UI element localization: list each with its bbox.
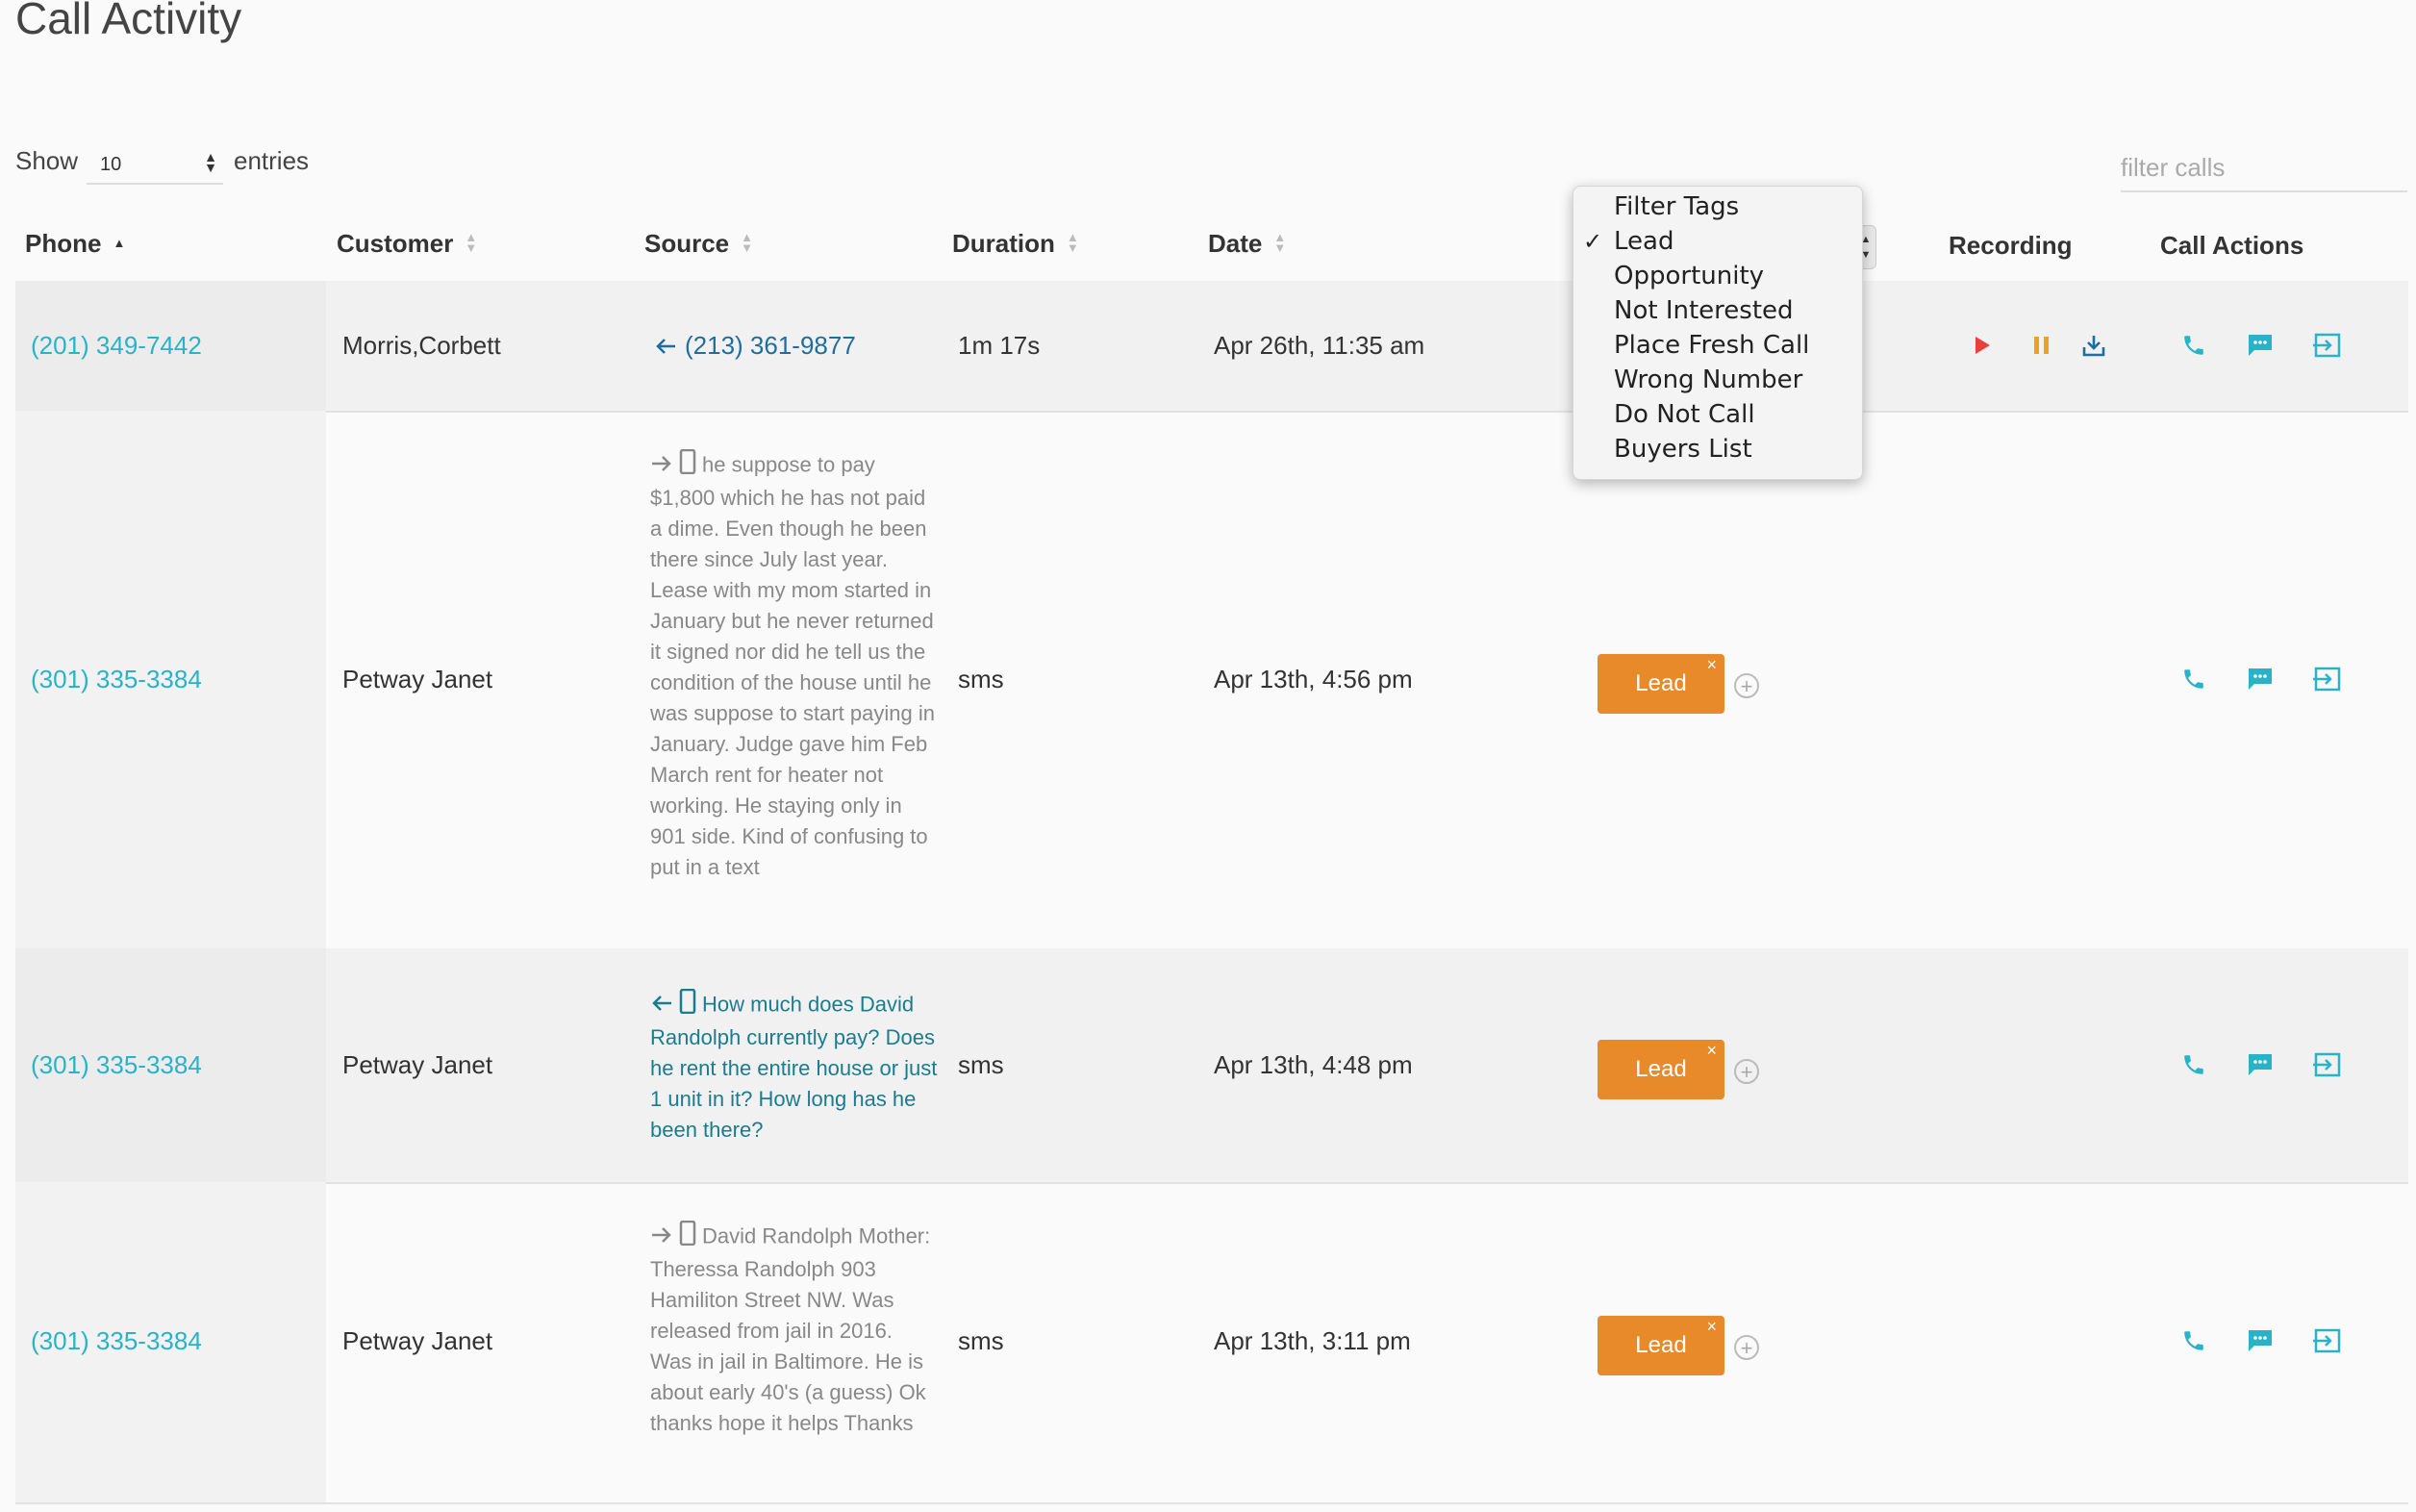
message-text: he suppose to pay $1,800 which he has no…: [650, 452, 935, 879]
table-row: (301) 335-3384 Petway Janet he suppose t…: [15, 411, 2408, 950]
message-text: David Randolph Mother: Theressa Randolph…: [650, 1223, 931, 1435]
column-header-duration[interactable]: Duration ▲ ▼: [952, 229, 1079, 259]
mobile-icon: [679, 1220, 696, 1254]
duration: sms: [958, 1050, 1004, 1079]
tag-option-filter-tags[interactable]: Filter Tags: [1614, 192, 1739, 221]
sms-message-outgoing: he suppose to pay $1,800 which he has no…: [650, 448, 939, 883]
remove-tag-icon[interactable]: ×: [1706, 1297, 1717, 1356]
entries-select[interactable]: 10 ▲ ▼: [87, 144, 223, 185]
column-header-customer[interactable]: Customer ▲ ▼: [337, 229, 477, 259]
column-header-customer-label: Customer: [337, 229, 454, 258]
transfer-icon[interactable]: [2312, 1328, 2341, 1358]
tag-option-place-fresh-call[interactable]: Place Fresh Call: [1614, 331, 1809, 360]
entries-value: 10: [100, 154, 122, 175]
add-tag-icon[interactable]: +: [1734, 1335, 1759, 1360]
add-tag-icon[interactable]: +: [1734, 673, 1759, 698]
source-number: (213) 361-9877: [685, 331, 856, 360]
tag-label: Lead: [1635, 1056, 1687, 1082]
select-arrows-icon: ▲ ▼: [204, 149, 217, 175]
phone-icon[interactable]: [2181, 1328, 2206, 1358]
phone-link[interactable]: (201) 349-7442: [31, 331, 202, 361]
tag-option-wrong-number[interactable]: Wrong Number: [1614, 365, 1802, 394]
phone-link[interactable]: (301) 335-3384: [31, 665, 202, 694]
mobile-icon: [679, 448, 696, 483]
table-row: (201) 349-7442 Morris,Corbett (213) 361-…: [15, 281, 2408, 413]
column-header-call-actions: Call Actions: [2160, 231, 2304, 260]
chat-icon[interactable]: [2247, 1052, 2274, 1082]
play-icon[interactable]: [1972, 335, 1993, 361]
column-header-duration-label: Duration: [952, 229, 1055, 258]
customer-name: Petway Janet: [342, 665, 493, 693]
phone-icon[interactable]: [2181, 667, 2206, 696]
customer-name: Petway Janet: [342, 1326, 493, 1355]
phone-link[interactable]: (301) 335-3384: [31, 1050, 202, 1080]
phone-link[interactable]: (301) 335-3384: [31, 1326, 202, 1356]
checkmark-icon: ✓: [1583, 228, 1603, 255]
transfer-icon[interactable]: [2312, 333, 2341, 363]
pause-icon[interactable]: [2031, 335, 2052, 361]
tag-lead[interactable]: Lead ×: [1598, 1040, 1724, 1099]
download-icon[interactable]: [2081, 333, 2106, 363]
date: Apr 13th, 3:11 pm: [1214, 1326, 1411, 1355]
transfer-icon[interactable]: [2312, 667, 2341, 696]
table-row: (301) 335-3384 Petway Janet How much doe…: [15, 948, 2408, 1184]
customer-name: Morris,Corbett: [342, 331, 501, 360]
tag-option-not-interested[interactable]: Not Interested: [1614, 296, 1794, 325]
sort-icon: ▲ ▼: [465, 230, 478, 256]
mobile-icon: [679, 988, 696, 1022]
chat-icon[interactable]: [2247, 667, 2274, 696]
column-header-phone[interactable]: Phone ▲: [25, 229, 125, 259]
tag-lead[interactable]: Lead ×: [1598, 1316, 1724, 1375]
source-link[interactable]: (213) 361-9877: [654, 331, 856, 363]
column-header-phone-label: Phone: [25, 229, 102, 258]
duration: sms: [958, 665, 1004, 693]
sort-icon: ▲ ▼: [1273, 230, 1287, 256]
tag-label: Lead: [1635, 670, 1687, 696]
incoming-arrow-icon: [650, 991, 673, 1021]
tag-option-lead[interactable]: Lead: [1614, 227, 1674, 256]
show-label: Show: [15, 146, 79, 175]
filter-calls-input[interactable]: [2121, 144, 2407, 192]
page-title: Call Activity: [15, 0, 242, 43]
duration: sms: [958, 1326, 1004, 1355]
date: Apr 13th, 4:48 pm: [1214, 1050, 1413, 1079]
chat-icon[interactable]: [2247, 1328, 2274, 1358]
incoming-arrow-icon: [654, 333, 677, 363]
phone-icon[interactable]: [2181, 333, 2206, 363]
tag-label: Lead: [1635, 1332, 1687, 1358]
sms-message-incoming: How much does David Randolph currently p…: [650, 988, 939, 1146]
phone-icon[interactable]: [2181, 1052, 2206, 1082]
tag-option-opportunity[interactable]: Opportunity: [1614, 262, 1764, 290]
date: Apr 13th, 4:56 pm: [1214, 665, 1413, 693]
table-row: (301) 335-3384 Petway Janet David Randol…: [15, 1182, 2408, 1504]
customer-name: Petway Janet: [342, 1050, 493, 1079]
add-tag-icon[interactable]: +: [1734, 1059, 1759, 1084]
duration: 1m 17s: [958, 331, 1041, 360]
remove-tag-icon[interactable]: ×: [1706, 1021, 1717, 1080]
transfer-icon[interactable]: [2312, 1052, 2341, 1082]
tag-lead[interactable]: Lead ×: [1598, 654, 1724, 714]
column-header-source-label: Source: [644, 229, 730, 258]
filter-tags-dropdown[interactable]: Filter Tags ✓ Lead Opportunity Not Inter…: [1573, 186, 1863, 480]
entries-label: entries: [234, 146, 310, 175]
sms-message-outgoing: David Randolph Mother: Theressa Randolph…: [650, 1220, 939, 1439]
column-header-date-label: Date: [1208, 229, 1263, 258]
date: Apr 26th, 11:35 am: [1214, 331, 1425, 360]
sort-ascending-icon: ▲: [113, 235, 126, 250]
tag-option-do-not-call[interactable]: Do Not Call: [1614, 400, 1755, 429]
sort-icon: ▲ ▼: [1066, 230, 1079, 256]
column-header-date[interactable]: Date ▲ ▼: [1208, 229, 1286, 259]
outgoing-arrow-icon: [650, 451, 673, 482]
remove-tag-icon[interactable]: ×: [1706, 635, 1717, 694]
column-header-recording: Recording: [1949, 231, 2073, 260]
outgoing-arrow-icon: [650, 1222, 673, 1253]
sort-icon: ▲ ▼: [741, 230, 754, 256]
chat-icon[interactable]: [2247, 333, 2274, 363]
tag-option-buyers-list[interactable]: Buyers List: [1614, 435, 1752, 464]
column-header-source[interactable]: Source ▲ ▼: [644, 229, 753, 259]
